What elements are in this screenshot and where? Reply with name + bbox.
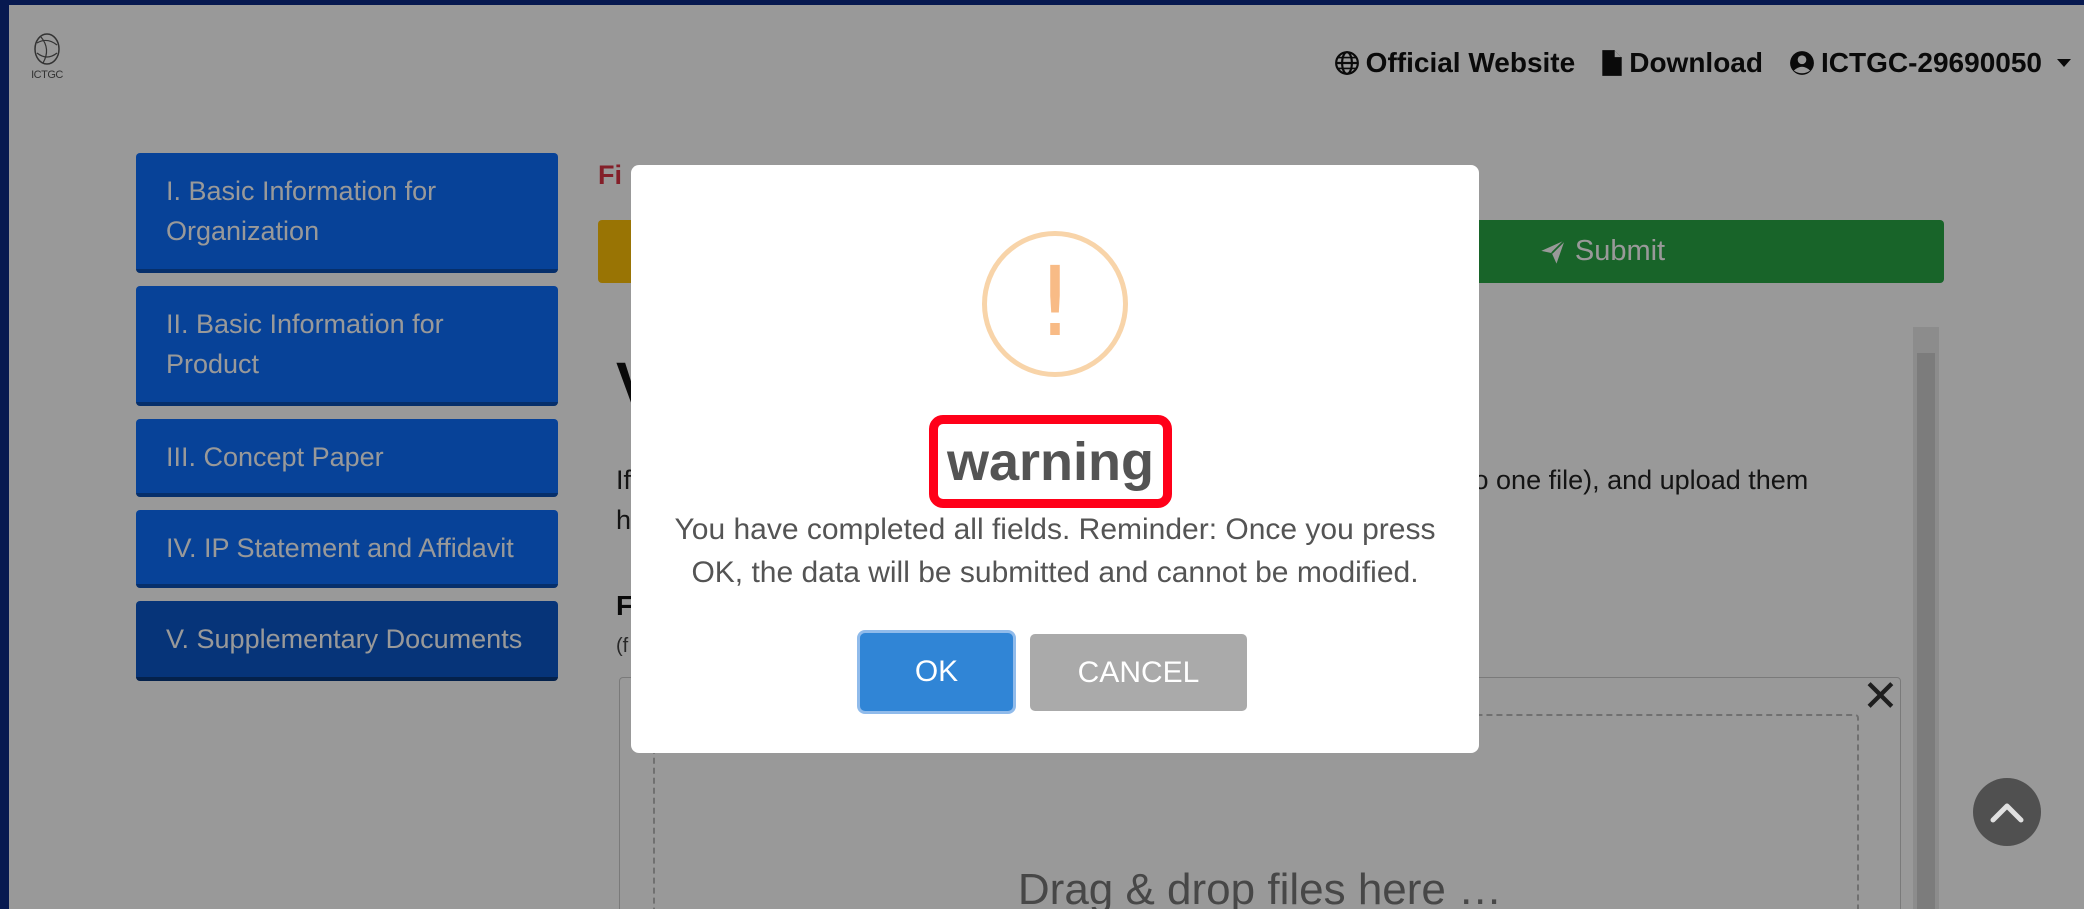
chevron-up-icon bbox=[1990, 803, 2024, 823]
dialog-title: warning bbox=[946, 431, 1154, 492]
dialog-message: You have completed all fields. Reminder:… bbox=[674, 513, 1436, 589]
cancel-button[interactable]: CANCEL bbox=[1030, 634, 1247, 711]
scroll-to-top-button[interactable] bbox=[1973, 778, 2041, 846]
ok-button[interactable]: OK bbox=[860, 633, 1013, 711]
title-highlight-box: warning bbox=[929, 415, 1172, 508]
warning-icon: ! bbox=[982, 231, 1128, 377]
warning-dialog: ! warning You have completed all fields.… bbox=[631, 165, 1479, 753]
